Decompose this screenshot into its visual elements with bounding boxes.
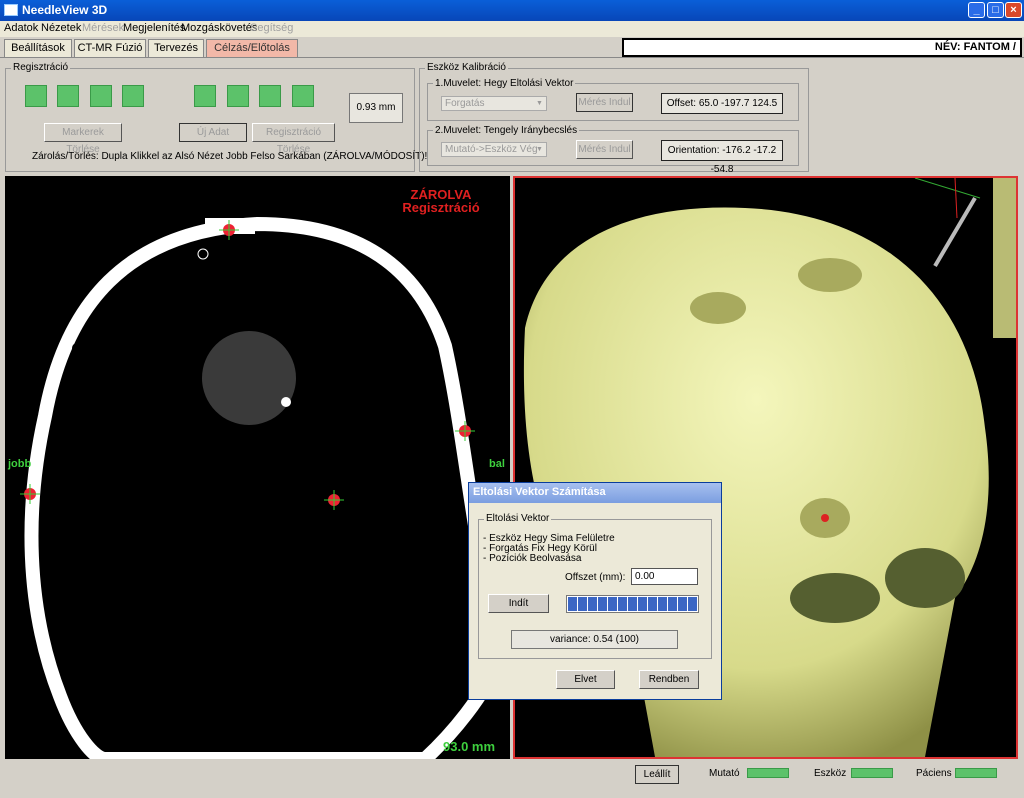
- registration-error-value: 0.93 mm: [349, 93, 403, 123]
- ct-slice-view[interactable]: ZÁROLVA Regisztráció jobb bal 93.0 mm: [5, 176, 510, 759]
- menu-megjelenites[interactable]: Megjelenítés: [123, 22, 185, 34]
- op1-measure-button[interactable]: Mérés Indul: [576, 93, 633, 112]
- measure-readout: 93.0 mm: [443, 739, 496, 754]
- op2-title: 2.Muvelet: Tengely Iránybecslés: [433, 125, 580, 136]
- offset-value: Offset: 65.0 -197.7 124.5: [661, 93, 783, 114]
- progress-segment: [618, 597, 627, 611]
- marker-indicator: [57, 85, 79, 107]
- registration-label: Regisztráció: [402, 200, 480, 215]
- tab-tervezes[interactable]: Tervezés: [148, 39, 204, 57]
- window-title: NeedleView 3D: [22, 3, 108, 17]
- dialog-title: Eltolási Vektor Számítása: [469, 483, 721, 503]
- registration-group-label: Regisztráció: [11, 62, 71, 73]
- lock-hint-text: Zárolás/Törlés: Dupla Klikkel az Alsó Né…: [32, 151, 428, 162]
- marker-indicator: [227, 85, 249, 107]
- progress-segment: [658, 597, 667, 611]
- stop-button[interactable]: Leállít: [635, 765, 679, 784]
- variance-readout: variance: 0.54 (100): [511, 630, 678, 649]
- progress-segment: [628, 597, 637, 611]
- tool-label: Eszköz: [814, 768, 847, 779]
- calibration-group-label: Eszköz Kalibráció: [425, 62, 508, 73]
- tab-beallitasok[interactable]: Beállítások: [4, 39, 72, 57]
- offset-label: Offszet (mm):: [565, 572, 626, 583]
- progress-segment: [688, 597, 697, 611]
- op2-select[interactable]: Mutató->Eszköz Vég ▼: [441, 142, 547, 157]
- tab-celzas-elotolas[interactable]: Célzás/Előtolás: [206, 39, 298, 57]
- title-bar: NeedleView 3D _ □ ×: [0, 0, 1024, 21]
- chevron-down-icon: ▼: [536, 146, 543, 153]
- ok-button[interactable]: Rendben: [639, 670, 699, 689]
- chevron-down-icon: ▼: [536, 100, 543, 107]
- cancel-button[interactable]: Elvet: [556, 670, 615, 689]
- menu-adatok[interactable]: Adatok: [4, 22, 38, 34]
- offset-vector-group-label: Eltolási Vektor: [484, 513, 552, 524]
- left-side-label: bal: [489, 458, 505, 470]
- minimize-button[interactable]: _: [968, 2, 985, 18]
- progress-segment: [638, 597, 647, 611]
- new-data-button[interactable]: Új Adat: [179, 123, 247, 142]
- progress-segment: [678, 597, 687, 611]
- progress-segment: [648, 597, 657, 611]
- op1-title: 1.Muvelet: Hegy Eltolási Vektor: [433, 78, 576, 89]
- marker-indicator: [122, 85, 144, 107]
- marker-indicator: [194, 85, 216, 107]
- offset-input[interactable]: 0.00: [631, 568, 698, 585]
- tool-indicator: [851, 768, 893, 778]
- op2-select-value: Mutató->Eszköz Vég: [445, 144, 538, 155]
- ct-slice-image: [20, 216, 508, 759]
- tab-ct-mr-fuzio[interactable]: CT-MR Fúzió: [74, 39, 146, 57]
- progress-segment: [568, 597, 577, 611]
- progress-segment: [588, 597, 597, 611]
- progress-segment: [608, 597, 617, 611]
- op2-measure-button[interactable]: Mérés Indul: [576, 140, 633, 159]
- op1-select-value: Forgatás: [445, 98, 485, 109]
- right-side-label: jobb: [8, 458, 32, 470]
- patient-indicator: [955, 768, 997, 778]
- locked-status[interactable]: ZÁROLVA Regisztráció: [391, 188, 491, 214]
- start-button[interactable]: Indít: [488, 594, 549, 613]
- pointer-indicator: [747, 768, 789, 778]
- offset-vector-dialog: Eltolási Vektor Számítása Eltolási Vekto…: [468, 482, 722, 700]
- pointer-label: Mutató: [709, 768, 740, 779]
- progress-segment: [668, 597, 677, 611]
- patient-label: Páciens: [916, 768, 952, 779]
- menu-segitseg[interactable]: Segítség: [250, 22, 293, 34]
- tab-divider: [0, 57, 1024, 58]
- app-icon: [4, 4, 18, 16]
- marker-indicator: [259, 85, 281, 107]
- menu-meresek[interactable]: Mérések: [82, 22, 124, 34]
- menu-bar: Adatok Nézetek Mérések Megjelenítés Mozg…: [0, 21, 1024, 37]
- progress-bar: [566, 595, 699, 613]
- marker-indicator: [90, 85, 112, 107]
- progress-segment: [598, 597, 607, 611]
- patient-name-field: NÉV: FANTOM /: [622, 38, 1022, 57]
- orientation-value: Orientation: -176.2 -17.2 -54.8: [661, 140, 783, 175]
- instruction-step: - Pozíciók Beolvasása: [483, 553, 582, 564]
- op1-select[interactable]: Forgatás ▼: [441, 96, 547, 111]
- marker-indicator: [292, 85, 314, 107]
- maximize-button[interactable]: □: [987, 2, 1004, 18]
- clear-markers-button[interactable]: Markerek Törlése: [44, 123, 122, 155]
- marker-indicator: [25, 85, 47, 107]
- close-button[interactable]: ×: [1005, 2, 1022, 18]
- menu-mozgaskovetes[interactable]: Mozgáskövetés: [181, 22, 257, 34]
- progress-segment: [578, 597, 587, 611]
- clear-registration-button[interactable]: Regisztráció Törlése: [252, 123, 335, 155]
- menu-nezetek[interactable]: Nézetek: [41, 22, 81, 34]
- instruction-list: - Eszköz Hegy Sima Felületre - Forgatás …: [483, 534, 615, 564]
